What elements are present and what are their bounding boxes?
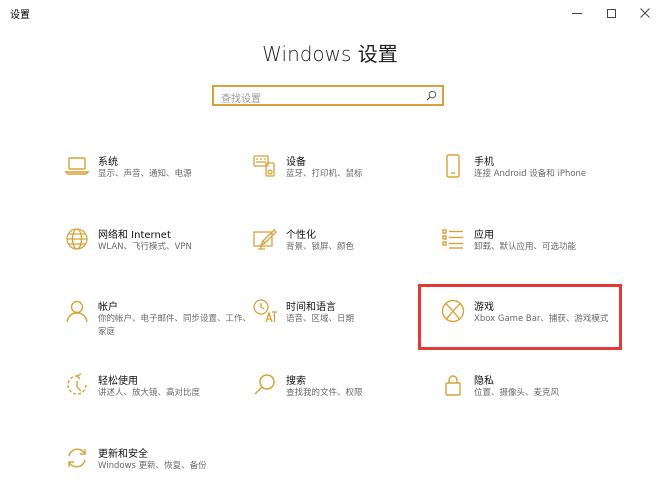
ease-of-access-icon: [64, 372, 90, 398]
tile-description: 你的帐户、电子邮件、同步设置、工作、家庭: [98, 314, 252, 337]
tile-network[interactable]: 网络和 Internet WLAN、飞行模式、VPN: [64, 226, 254, 284]
search-input[interactable]: 查找设置: [221, 90, 261, 105]
tile-title: 个性化: [286, 230, 316, 241]
search-icon[interactable]: [426, 90, 437, 101]
tile-system[interactable]: 系统 显示、声音、通知、电源: [64, 153, 254, 211]
phone-icon: [440, 153, 466, 179]
close-button[interactable]: [628, 0, 660, 26]
tile-accounts[interactable]: 帐户 你的帐户、电子邮件、同步设置、工作、家庭: [64, 298, 254, 356]
tile-devices[interactable]: 设备 蓝牙、打印机、鼠标: [252, 153, 442, 211]
tile-description: 位置、摄像头、麦克风: [474, 388, 560, 398]
minimize-button[interactable]: [560, 0, 594, 26]
settings-window: 设置 Windows 设置 查找设置 系统 显示、声音、通知、电源 设备 蓝牙、…: [0, 0, 660, 475]
apps-list-icon: [440, 226, 466, 252]
tile-title: 更新和安全: [98, 449, 148, 460]
tile-privacy[interactable]: 隐私 位置、摄像头、麦克风: [440, 372, 630, 430]
tile-title: 手机: [474, 157, 494, 168]
tile-personalization[interactable]: 个性化 背景、锁屏、颜色: [252, 226, 442, 284]
paintbrush-icon: [252, 226, 278, 252]
tile-description: 查找我的文件、权限: [286, 388, 363, 398]
tile-description: 蓝牙、打印机、鼠标: [286, 169, 363, 179]
tile-title: 时间和语言: [286, 302, 336, 313]
tile-search[interactable]: 搜索 查找我的文件、权限: [252, 372, 442, 430]
tile-title: 网络和 Internet: [98, 230, 171, 241]
devices-icon: [252, 153, 278, 179]
person-icon: [64, 298, 90, 324]
tile-description: 显示、声音、通知、电源: [98, 169, 192, 179]
tile-title: 轻松使用: [98, 376, 138, 387]
globe-icon: [64, 226, 90, 252]
search-icon: [252, 372, 278, 398]
tile-apps[interactable]: 应用 卸载、默认应用、可选功能: [440, 226, 630, 284]
time-language-icon: [252, 298, 278, 324]
tile-description: 卸载、默认应用、可选功能: [474, 242, 577, 252]
tile-title: 帐户: [98, 302, 118, 313]
maximize-button[interactable]: [594, 0, 628, 26]
tile-title: 搜索: [286, 376, 306, 387]
maximize-icon: [606, 8, 616, 18]
close-icon: [640, 8, 650, 18]
tile-description: Windows 更新、恢复、备份: [98, 461, 207, 471]
tile-description: 背景、锁屏、颜色: [286, 242, 355, 252]
window-title: 设置: [10, 10, 30, 21]
tile-title: 设备: [286, 157, 306, 168]
tile-phone[interactable]: 手机 连接 Android 设备和 iPhone: [440, 153, 630, 211]
tile-description: WLAN、飞行模式、VPN: [98, 242, 192, 252]
tile-title: 隐私: [474, 376, 494, 387]
tile-description: 讲述人、放大镜、高对比度: [98, 388, 201, 398]
tile-time-language[interactable]: 时间和语言 语音、区域、日期: [252, 298, 442, 356]
lock-icon: [440, 372, 466, 398]
title-bar[interactable]: 设置: [0, 0, 660, 28]
tile-description: 连接 Android 设备和 iPhone: [474, 169, 587, 179]
tile-title: 应用: [474, 230, 494, 241]
tile-ease-of-access[interactable]: 轻松使用 讲述人、放大镜、高对比度: [64, 372, 254, 430]
update-icon: [64, 445, 90, 471]
tile-update-security[interactable]: 更新和安全 Windows 更新、恢复、备份: [64, 445, 254, 503]
search-box[interactable]: 查找设置: [212, 85, 444, 106]
minimize-icon: [572, 12, 582, 14]
page-title: Windows 设置: [262, 42, 398, 66]
laptop-icon: [64, 153, 90, 179]
tile-title: 系统: [98, 157, 118, 168]
highlight-box: [418, 284, 622, 350]
